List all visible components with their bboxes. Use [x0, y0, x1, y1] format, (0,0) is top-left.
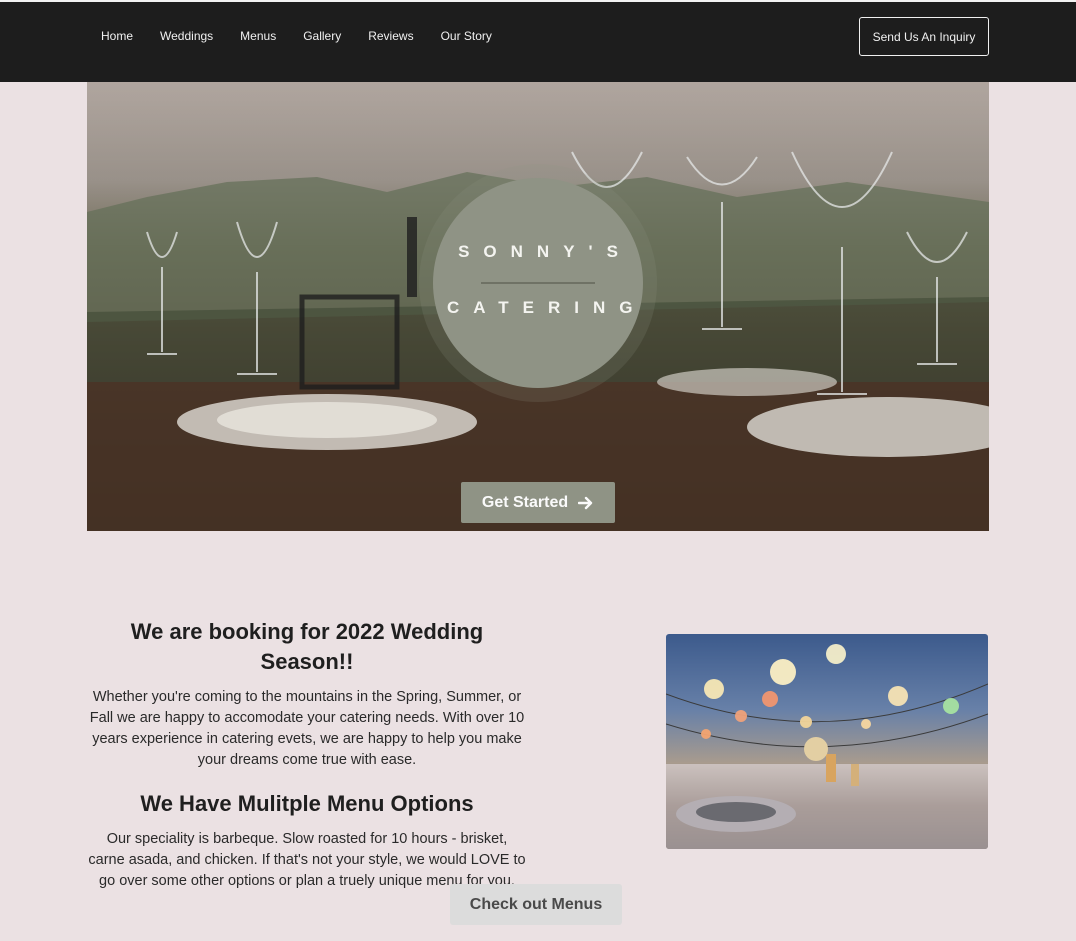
top-navigation-bar: Home Weddings Menus Gallery Reviews Our … — [0, 0, 1076, 82]
nav-our-story[interactable]: Our Story — [441, 28, 492, 44]
nav-weddings[interactable]: Weddings — [160, 28, 213, 44]
outdoor-event-photo — [666, 634, 988, 849]
arrow-right-icon — [578, 496, 593, 509]
get-started-label: Get Started — [481, 493, 569, 511]
intro-section: We are booking for 2022 Wedding Season!!… — [88, 617, 526, 892]
menu-options-heading: We Have Mulitple Menu Options — [140, 791, 474, 816]
nav-menus[interactable]: Menus — [240, 28, 276, 44]
send-inquiry-button[interactable]: Send Us An Inquiry — [859, 17, 989, 56]
booking-paragraph: Whether you're coming to the mountains i… — [89, 689, 525, 768]
main-nav: Home Weddings Menus Gallery Reviews Our … — [101, 28, 519, 44]
nav-gallery[interactable]: Gallery — [303, 28, 341, 44]
logo-text-sonnys: SONNY'S — [458, 242, 632, 261]
menu-options-paragraph: Our speciality is barbeque. Slow roasted… — [88, 831, 526, 889]
nav-home[interactable]: Home — [101, 28, 133, 44]
check-out-menus-button[interactable]: Check out Menus — [450, 884, 622, 925]
logo-divider — [481, 282, 595, 284]
booking-heading: We are booking for 2022 Wedding Season!! — [130, 619, 484, 674]
nav-reviews[interactable]: Reviews — [368, 28, 413, 44]
hero-banner: SONNY'S CATERING Get Started — [87, 82, 989, 531]
get-started-button[interactable]: Get Started — [461, 482, 615, 523]
logo-text-catering: CATERING — [447, 298, 647, 317]
sonnys-catering-logo: SONNY'S CATERING — [433, 178, 643, 388]
lantern-table-scene — [666, 644, 988, 849]
